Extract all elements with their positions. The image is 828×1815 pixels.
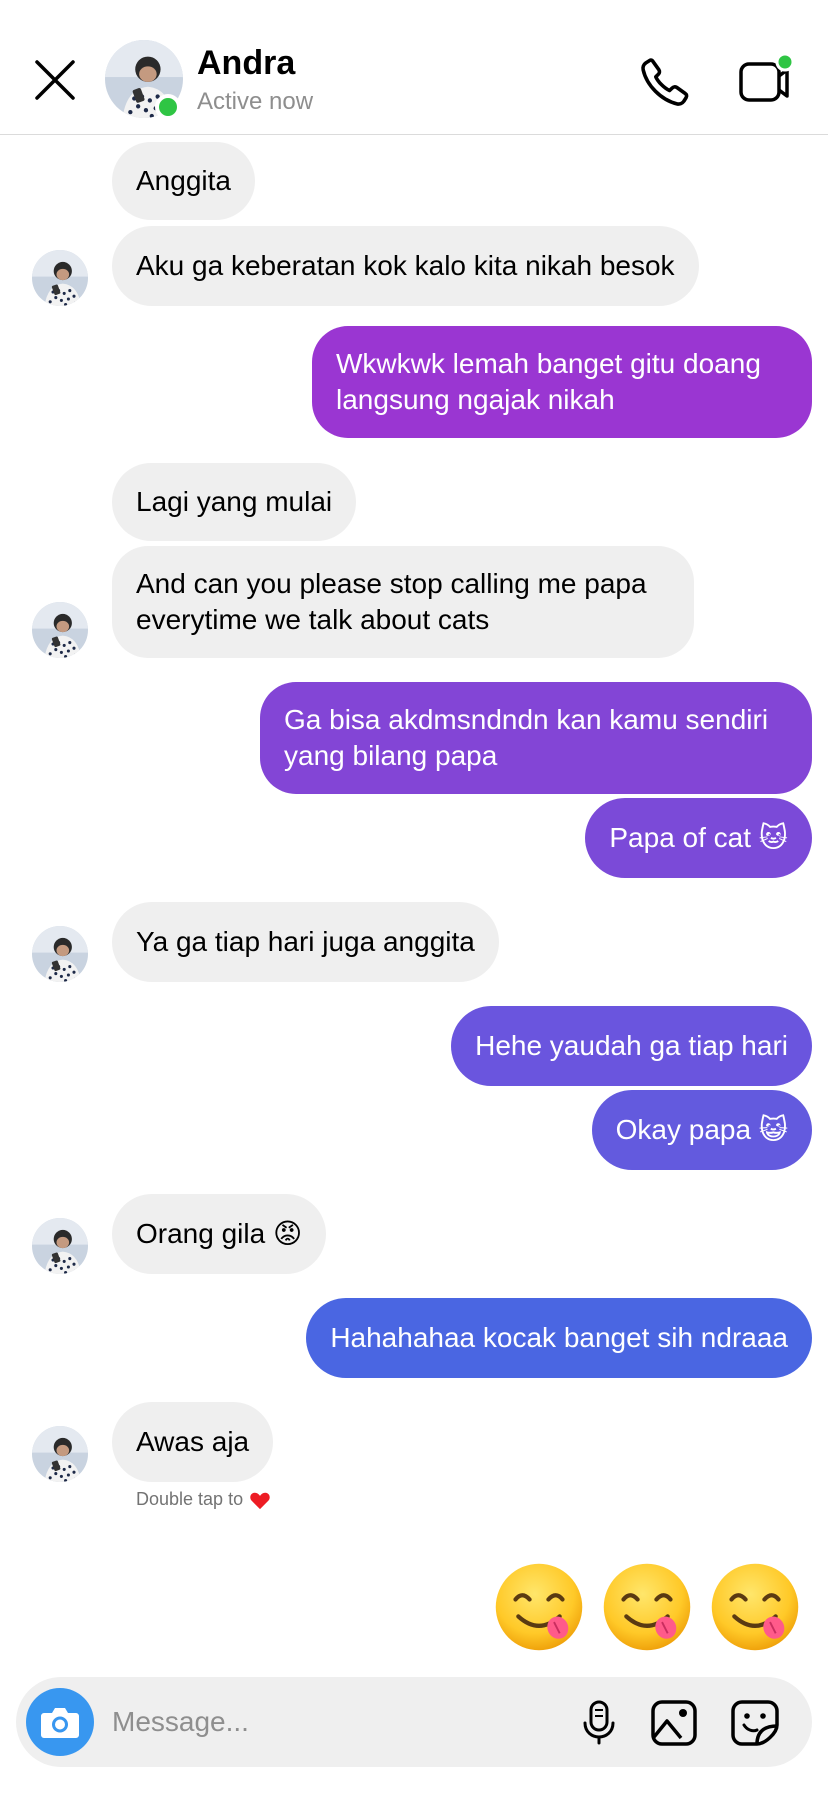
- message-bubble-incoming[interactable]: Awas aja: [112, 1402, 274, 1482]
- face-savoring-food-emoji[interactable]: [492, 1560, 586, 1654]
- message-text: Hehe yaudah ga tiap hari: [475, 1030, 788, 1061]
- message-bubble-outgoing[interactable]: Ga bisa akdmsndndn kan kamu sendiri yang…: [260, 682, 812, 794]
- message-bubble-outgoing[interactable]: Hahahahaa kocak banget sih ndraaa: [306, 1298, 812, 1378]
- message-text: Wkwkwk lemah banget gitu doang langsung …: [336, 348, 761, 415]
- message-bubble-incoming[interactable]: Anggita: [112, 142, 255, 220]
- sender-avatar[interactable]: [32, 1426, 88, 1482]
- sender-avatar[interactable]: [32, 602, 88, 658]
- sticker-icon: [731, 1700, 779, 1746]
- message-bubble-incoming[interactable]: Ya ga tiap hari juga anggita: [112, 902, 499, 982]
- microphone-icon: [583, 1700, 615, 1745]
- contact-status: Active now: [197, 88, 314, 115]
- sender-avatar[interactable]: [32, 1218, 88, 1274]
- sender-avatar[interactable]: [32, 926, 88, 982]
- message-text: Orang gila 😡: [136, 1218, 303, 1249]
- message-text: Papa of cat 🐱: [609, 822, 788, 853]
- message-text: Ya ga tiap hari juga anggita: [136, 926, 475, 957]
- message-bubble-incoming[interactable]: Lagi yang mulai: [112, 463, 357, 541]
- close-button[interactable]: [30, 55, 80, 105]
- image-icon: [651, 1700, 697, 1746]
- message-text: Hahahahaa kocak banget sih ndraaa: [330, 1322, 788, 1353]
- video-camera-icon: [739, 52, 795, 102]
- camera-button[interactable]: [26, 1688, 94, 1756]
- message-bubble-outgoing[interactable]: Papa of cat 🐱: [585, 798, 812, 878]
- message-text: Awas aja: [136, 1426, 250, 1457]
- quick-reactions: [492, 1560, 802, 1654]
- message-bubble-incoming[interactable]: And can you please stop calling me papa …: [112, 546, 694, 658]
- close-icon: [35, 60, 75, 100]
- sticker-button[interactable]: [730, 1699, 780, 1747]
- message-bubble-outgoing[interactable]: Hehe yaudah ga tiap hari: [451, 1006, 812, 1086]
- message-text: Ga bisa akdmsndndn kan kamu sendiri yang…: [284, 704, 769, 771]
- message-text: Okay papa 😺: [615, 1114, 788, 1145]
- gallery-button[interactable]: [650, 1699, 698, 1747]
- message-bubble-incoming[interactable]: Aku ga keberatan kok kalo kita nikah bes…: [112, 226, 699, 306]
- heart-icon: [250, 1492, 270, 1509]
- voice-message-button[interactable]: [576, 1699, 622, 1745]
- message-text: Anggita: [136, 165, 231, 196]
- message-bubble-outgoing[interactable]: Okay papa 😺: [591, 1090, 812, 1170]
- contact-name[interactable]: Andra: [197, 44, 295, 83]
- voice-call-button[interactable]: [638, 55, 692, 109]
- hint-text: Double tap to: [136, 1489, 244, 1509]
- phone-icon: [641, 58, 689, 106]
- message-text: Lagi yang mulai: [136, 486, 333, 517]
- message-text: And can you please stop calling me papa …: [136, 568, 647, 635]
- camera-icon: [41, 1708, 79, 1738]
- sender-avatar[interactable]: [32, 250, 88, 306]
- message-text: Aku ga keberatan kok kalo kita nikah bes…: [136, 250, 675, 281]
- message-bubble-incoming[interactable]: Orang gila 😡: [112, 1194, 327, 1274]
- face-savoring-food-emoji[interactable]: [600, 1560, 694, 1654]
- message-input[interactable]: [112, 1677, 492, 1767]
- online-indicator: [155, 94, 181, 120]
- face-savoring-food-emoji[interactable]: [708, 1560, 802, 1654]
- double-tap-hint: Double tap to: [136, 1489, 271, 1510]
- message-composer: [16, 1677, 812, 1767]
- video-call-button[interactable]: [735, 52, 795, 110]
- chat-header: Andra Active now: [0, 0, 828, 135]
- message-bubble-outgoing[interactable]: Wkwkwk lemah banget gitu doang langsung …: [312, 326, 812, 438]
